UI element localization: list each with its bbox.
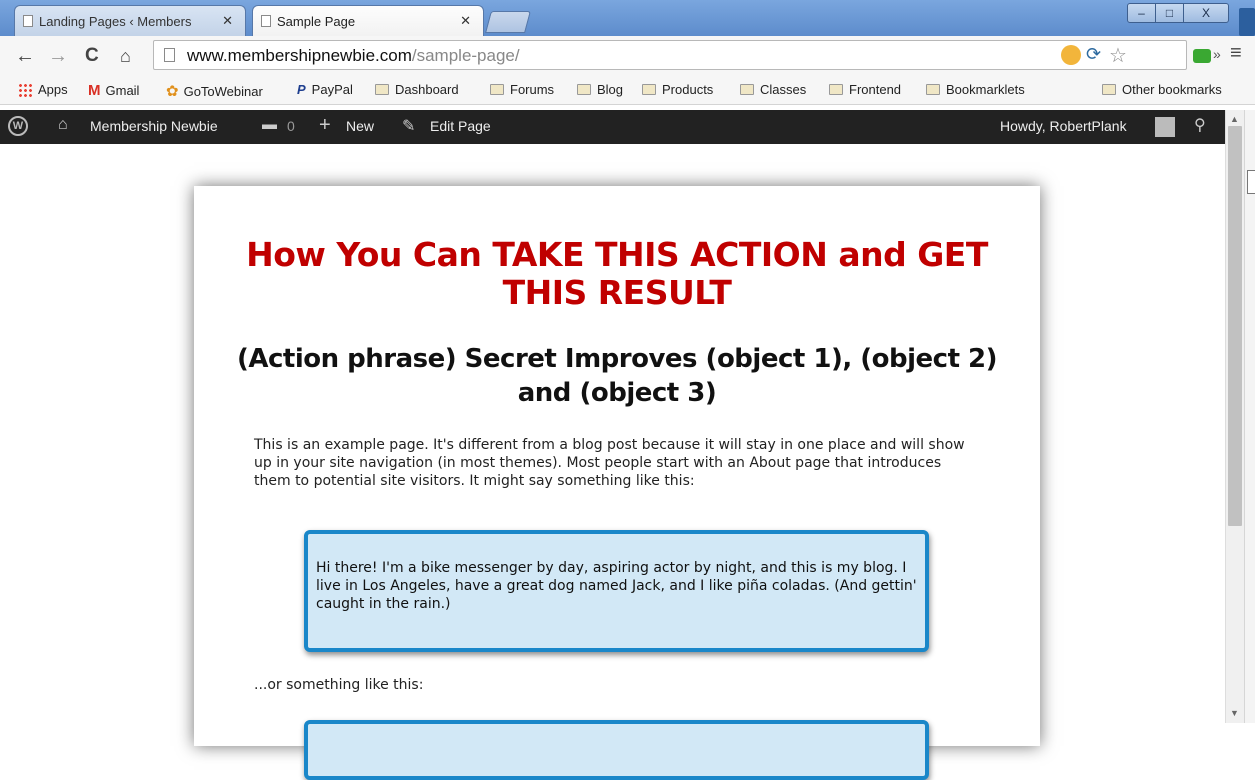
- gotowebinar-icon: ✿: [166, 83, 179, 100]
- folder-icon: [829, 84, 843, 95]
- bookmark-label: Bookmarklets: [946, 82, 1025, 97]
- tab-title: Sample Page: [277, 13, 356, 29]
- folder-icon: [642, 84, 656, 95]
- edit-page-link[interactable]: Edit Page: [430, 118, 491, 134]
- scroll-thumb[interactable]: [1228, 126, 1242, 526]
- browser-tab-strip: Landing Pages ‹ Members ✕ Sample Page ✕ …: [0, 0, 1255, 36]
- tab-landing-pages[interactable]: Landing Pages ‹ Members ✕: [14, 5, 246, 36]
- adjacent-window-edge: [1244, 110, 1255, 723]
- maximize-button[interactable]: □: [1155, 3, 1184, 23]
- transition-paragraph: ...or something like this:: [254, 677, 424, 693]
- forward-icon[interactable]: →: [48, 42, 68, 70]
- new-tab-button[interactable]: [485, 11, 531, 33]
- bookmark-label: Blog: [597, 82, 624, 97]
- page-content-card: How You Can TAKE THIS ACTION and GET THI…: [194, 186, 1040, 780]
- intro-paragraph: This is an example page. It's different …: [254, 437, 965, 489]
- url-text[interactable]: www.membershipnewbie.com/sample-page/: [187, 46, 520, 66]
- bookmark-label: Forums: [510, 82, 555, 97]
- bookmark-dashboard[interactable]: Dashboard: [375, 82, 459, 97]
- bookmark-label: PayPal: [311, 82, 353, 97]
- new-content-link[interactable]: New: [346, 118, 374, 134]
- apps-grid-icon: [18, 82, 32, 97]
- bookmark-label: GoToWebinar: [183, 83, 263, 99]
- folder-icon: [1102, 84, 1116, 95]
- bookmark-label: Gmail: [105, 83, 140, 98]
- page-headline: How You Can TAKE THIS ACTION and GET THI…: [246, 235, 988, 312]
- quote-box: Hi there! I'm a bike messenger by day, a…: [304, 530, 929, 652]
- url-host: www.membershipnewbie.com: [187, 46, 412, 65]
- url-path: /sample-page/: [411, 46, 520, 65]
- close-tab-icon[interactable]: ✕: [222, 13, 233, 29]
- user-greeting[interactable]: Howdy, RobertPlank: [1000, 118, 1127, 134]
- page-subheadline: (Action phrase) Secret Improves (object …: [236, 344, 998, 408]
- bookmark-blog[interactable]: Blog: [577, 82, 623, 97]
- background-window-edge: [1239, 8, 1255, 36]
- wp-admin-bar: W ⌂ Membership Newbie ▬ 0 + New ✎ Edit P…: [0, 110, 1225, 144]
- scroll-up-arrow-icon[interactable]: ▲: [1230, 114, 1239, 124]
- folder-icon: [577, 84, 591, 95]
- bookmark-gotowebinar[interactable]: ✿ GoToWebinar: [166, 82, 263, 100]
- reload-icon[interactable]: C: [85, 42, 99, 70]
- menu-icon[interactable]: ≡: [1230, 42, 1242, 65]
- paypal-icon: P: [297, 82, 306, 97]
- bookmark-bookmarklets[interactable]: Bookmarklets: [926, 82, 1025, 97]
- folder-icon: [926, 84, 940, 95]
- vertical-scrollbar[interactable]: ▲ ▼: [1225, 110, 1244, 723]
- star-icon[interactable]: ☆: [1109, 43, 1127, 68]
- quote-box-second: [304, 720, 929, 780]
- bookmark-label: Other bookmarks: [1122, 82, 1222, 97]
- bookmark-frontend[interactable]: Frontend: [829, 82, 901, 97]
- bookmark-products[interactable]: Products: [642, 82, 713, 97]
- search-icon[interactable]: ⚲: [1194, 115, 1206, 135]
- page-icon: [164, 48, 175, 62]
- bookmarks-bar: Apps M Gmail ✿ GoToWebinar P PayPal Dashboa…: [0, 76, 1255, 105]
- bookmark-label: Classes: [760, 82, 807, 97]
- site-name-link[interactable]: Membership Newbie: [90, 118, 218, 134]
- tab-title: Landing Pages ‹ Members: [39, 13, 192, 29]
- folder-icon: [375, 84, 389, 95]
- comment-count[interactable]: 0: [287, 118, 295, 134]
- page-icon: [261, 15, 271, 27]
- bookmark-classes[interactable]: Classes: [740, 82, 806, 97]
- extension-icon[interactable]: [1193, 49, 1211, 63]
- sync-icon[interactable]: ⟳: [1086, 44, 1101, 65]
- back-icon[interactable]: ←: [15, 42, 35, 70]
- comment-icon[interactable]: ▬: [262, 116, 277, 133]
- bookmark-label: Dashboard: [395, 82, 459, 97]
- browser-toolbar: ← → C ⌂ www.membershipnewbie.com/sample-…: [0, 36, 1255, 76]
- page-icon: [23, 15, 33, 27]
- bookmark-forums[interactable]: Forums: [490, 82, 554, 97]
- pencil-icon[interactable]: ✎: [402, 116, 415, 136]
- address-bar[interactable]: www.membershipnewbie.com/sample-page/ ⟳ …: [153, 40, 1187, 70]
- bookmark-paypal[interactable]: P PayPal: [297, 82, 353, 97]
- bookmark-label: Frontend: [849, 82, 902, 97]
- home-icon[interactable]: ⌂: [120, 42, 131, 70]
- tab-sample-page[interactable]: Sample Page ✕: [252, 5, 484, 36]
- plus-icon[interactable]: +: [319, 114, 331, 137]
- folder-icon: [490, 84, 504, 95]
- bookmark-label: Products: [662, 82, 714, 97]
- close-tab-icon[interactable]: ✕: [460, 13, 471, 29]
- wordpress-logo-icon[interactable]: W: [8, 116, 28, 136]
- folder-icon: [740, 84, 754, 95]
- bookmark-apps[interactable]: Apps: [18, 82, 68, 97]
- scroll-down-arrow-icon[interactable]: ▼: [1230, 708, 1239, 718]
- home-icon[interactable]: ⌂: [58, 116, 68, 134]
- more-extensions-icon[interactable]: »: [1213, 46, 1221, 62]
- gmail-icon: M: [88, 82, 101, 99]
- bookmark-other[interactable]: Other bookmarks: [1102, 82, 1222, 97]
- window-edge-control: [1247, 170, 1255, 194]
- extension-face-icon[interactable]: [1061, 45, 1081, 65]
- close-window-button[interactable]: X: [1183, 3, 1229, 23]
- minimize-button[interactable]: –: [1127, 3, 1156, 23]
- bookmark-gmail[interactable]: M Gmail: [88, 82, 139, 99]
- avatar[interactable]: [1155, 117, 1175, 137]
- bookmark-label: Apps: [38, 82, 68, 97]
